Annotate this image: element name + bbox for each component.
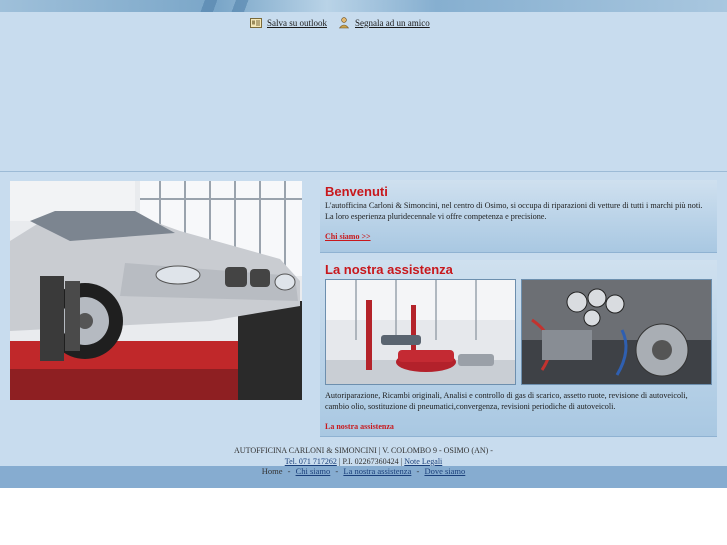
header-panel: Salva su outlook Segnala ad un amico — [0, 12, 727, 172]
footer-address: AUTOFFICINA CARLONI & SIMONCINI | V. COL… — [234, 446, 493, 455]
footer-nav: Home - Chi siamo - La nostra assistenza … — [0, 466, 727, 476]
nav-dove-siamo[interactable]: Dove siamo — [424, 466, 465, 476]
car-photo-illustration — [10, 181, 302, 400]
engine-illustration — [522, 280, 711, 384]
tell-friend-link[interactable]: Segnala ad un amico — [338, 17, 430, 29]
workshop-illustration — [326, 280, 515, 384]
save-outlook-link[interactable]: Salva su outlook — [250, 18, 327, 28]
phone-link[interactable]: Tel. 071 717262 — [285, 457, 337, 466]
top-banner-strip — [0, 0, 727, 12]
nav-separator: - — [335, 466, 339, 476]
top-banner-decoration — [180, 0, 300, 12]
main-content: Benvenuti L'autofficina Carloni & Simonc… — [0, 172, 727, 442]
save-outlook-label[interactable]: Salva su outlook — [267, 18, 327, 28]
nav-home[interactable]: Home — [262, 466, 283, 476]
welcome-title: Benvenuti — [325, 184, 388, 199]
assistance-text: Autoriparazione, Ricambi originali, Anal… — [325, 391, 688, 411]
nav-chi-siamo[interactable]: Chi siamo — [296, 466, 331, 476]
welcome-section: Benvenuti L'autofficina Carloni & Simonc… — [320, 180, 717, 253]
person-icon — [338, 17, 350, 29]
engine-photo — [521, 279, 712, 385]
workshop-photo — [325, 279, 516, 385]
nav-separator: - — [416, 466, 420, 476]
footer-info: AUTOFFICINA CARLONI & SIMONCINI | V. COL… — [0, 442, 727, 466]
assistance-link[interactable]: La nostra assistenza — [325, 422, 394, 431]
vat-number: | P.I. 02267360424 | — [336, 457, 405, 466]
legal-notes-link[interactable]: Note Legali — [404, 457, 442, 466]
assistance-title: La nostra assistenza — [325, 262, 453, 277]
outlook-card-icon — [250, 18, 262, 28]
assistance-section: La nostra assistenza Autoriparazione, Ri… — [320, 260, 717, 437]
tell-friend-label[interactable]: Segnala ad un amico — [355, 18, 430, 28]
nav-separator: - — [287, 466, 291, 476]
about-us-link[interactable]: Chi siamo >> — [325, 232, 371, 241]
car-alignment-photo — [10, 181, 302, 400]
nav-assistenza[interactable]: La nostra assistenza — [343, 466, 411, 476]
welcome-text: L'autofficina Carloni & Simoncini, nel c… — [325, 201, 703, 221]
